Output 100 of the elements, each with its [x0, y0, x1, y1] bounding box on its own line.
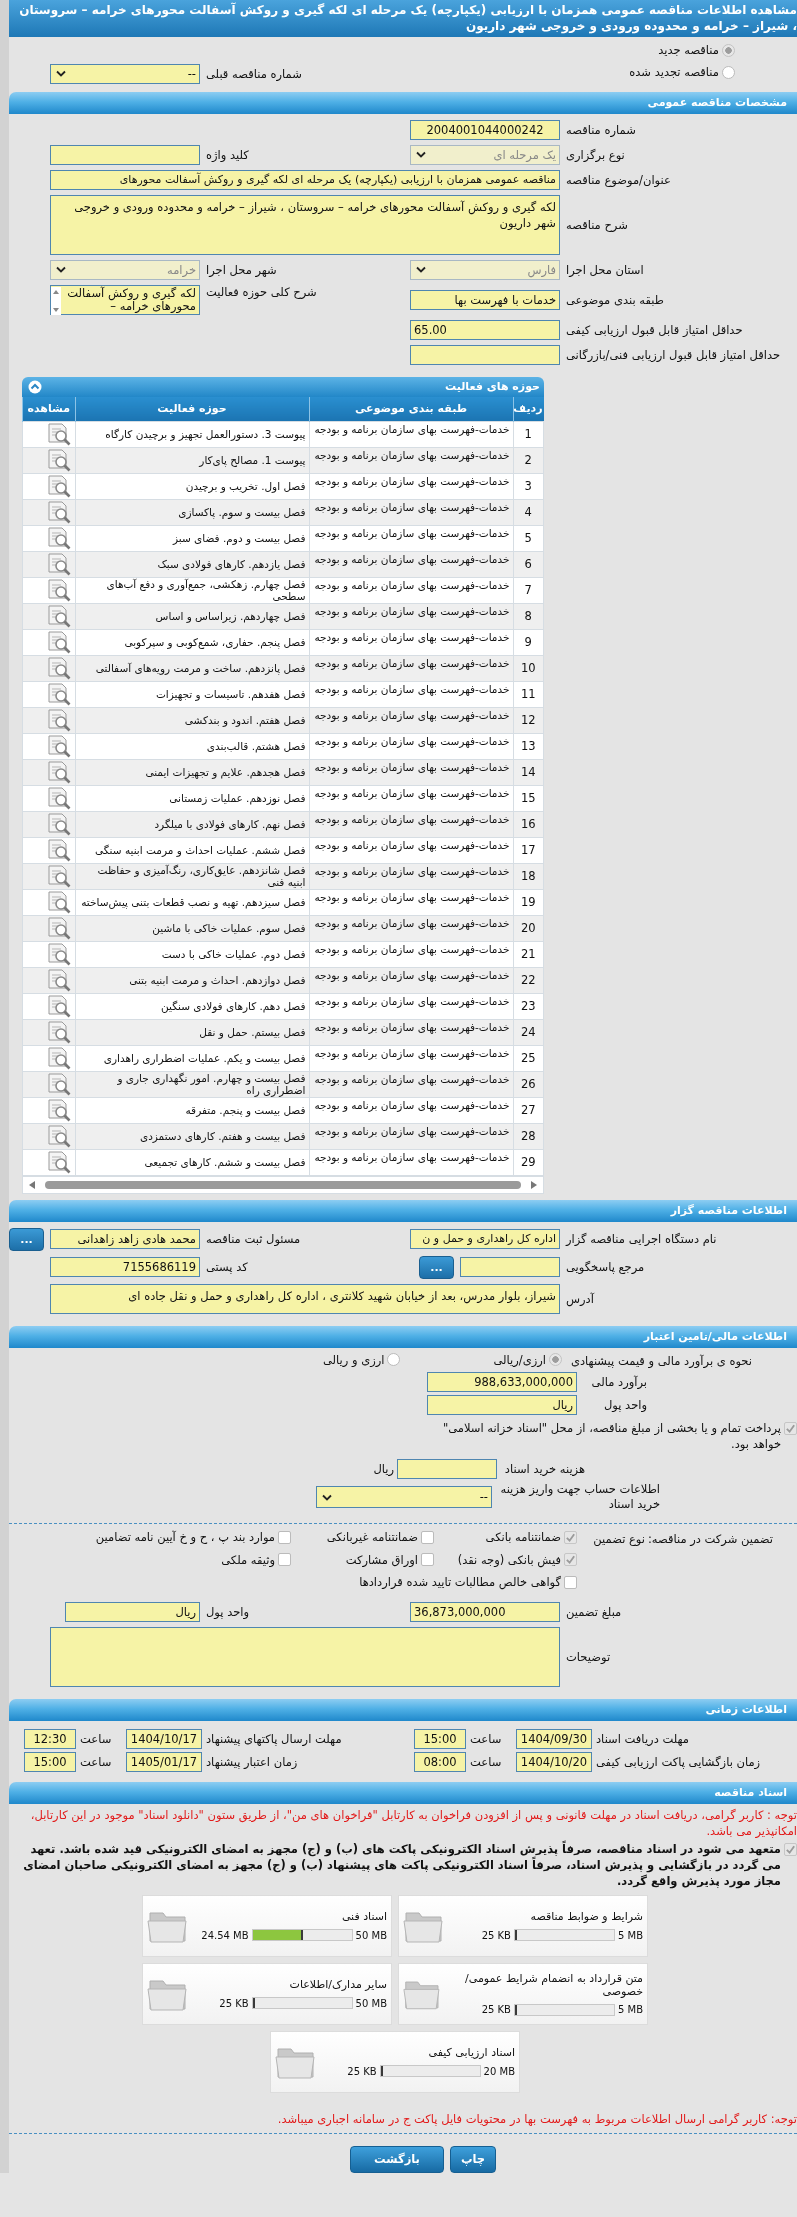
table-cell: 17 — [513, 837, 544, 863]
document-search-icon[interactable] — [45, 942, 72, 966]
table-cell: خدمات-فهرست بهای سازمان برنامه و بودجه — [309, 551, 513, 577]
time-field[interactable]: 12:30 — [24, 1728, 76, 1749]
subject-field[interactable]: مناقصه عمومی همزمان با ارزیابی (یکپارچه) یک مرحله ای لکه گیری و روکش آسفالت محورهای — [50, 169, 560, 190]
activity-scope-listbox[interactable]: لکه گیری و روکش آسفالت محورهای خرامه – — [50, 284, 200, 315]
currency-field[interactable]: ریال — [65, 1601, 200, 1622]
postal-code-field[interactable]: 7155686119 — [50, 1257, 200, 1277]
document-search-icon[interactable] — [45, 916, 72, 940]
checkbox[interactable] — [421, 1530, 434, 1544]
action-button[interactable]: بازگشت — [350, 2145, 444, 2173]
document-search-icon[interactable] — [45, 786, 72, 810]
collapse-icon[interactable] — [28, 379, 42, 394]
time-field[interactable]: 15:00 — [24, 1751, 76, 1772]
document-search-icon[interactable] — [45, 552, 72, 576]
browse-button[interactable]: ... — [9, 1227, 44, 1251]
min-quality-score-field[interactable]: 65.00 — [410, 319, 560, 340]
document-search-icon[interactable] — [45, 630, 72, 654]
radio-button[interactable] — [722, 65, 735, 79]
time-field[interactable]: 15:00 — [414, 1728, 466, 1749]
table-cell: فصل بیست و یکم. عملیات اضطراری راهداری — [75, 1045, 309, 1071]
estimate-field[interactable]: 988,633,000,000 — [427, 1372, 577, 1392]
currency-field[interactable]: ریال — [427, 1395, 577, 1415]
field-label: تضمین شرکت در مناقصه: — [646, 1531, 773, 1546]
checkbox[interactable] — [564, 1575, 577, 1589]
document-search-icon[interactable] — [45, 760, 72, 784]
field-label: حداقل امتیاز قابل قبول ارزیابی فنی/بازرگانی — [566, 347, 781, 362]
radio-button[interactable] — [549, 1353, 562, 1366]
reference-field[interactable] — [460, 1257, 560, 1277]
date-field[interactable]: 1404/09/30 — [516, 1728, 592, 1749]
action-button[interactable]: چاپ — [450, 2145, 496, 2173]
dropdown[interactable]: -- — [316, 1486, 492, 1508]
document-search-icon[interactable] — [45, 1020, 72, 1044]
table-cell: خدمات-فهرست بهای سازمان برنامه و بودجه — [309, 1149, 513, 1175]
used-size: 25 KB — [481, 2004, 511, 2015]
tender-number-field[interactable]: 2004001044000242 — [410, 119, 560, 140]
document-search-icon[interactable] — [45, 1124, 72, 1148]
size-limit: 50 MB — [355, 1929, 387, 1941]
field-label: کلید واژه — [206, 147, 249, 162]
checkbox[interactable] — [421, 1553, 434, 1566]
document-search-icon[interactable] — [45, 578, 72, 602]
document-search-icon[interactable] — [45, 1098, 72, 1122]
document-search-icon[interactable] — [45, 968, 72, 992]
category-field[interactable]: خدمات با فهرست بها — [410, 289, 560, 310]
checkbox-label: فیش بانکی (وجه نقد) — [457, 1552, 561, 1567]
guarantee-amount-field[interactable]: 36,873,000,000 — [410, 1601, 560, 1622]
time-field[interactable]: 08:00 — [414, 1751, 466, 1772]
notes-field[interactable] — [50, 1626, 560, 1687]
document-search-icon[interactable] — [45, 500, 72, 524]
document-search-icon[interactable] — [45, 838, 72, 862]
checkbox[interactable] — [564, 1530, 577, 1544]
document-search-icon[interactable] — [45, 656, 72, 680]
document-search-icon[interactable] — [45, 448, 72, 472]
checkbox[interactable] — [278, 1530, 291, 1544]
file-name: شرایط و ضوابط مناقصه — [529, 1910, 643, 1923]
document-search-icon[interactable] — [45, 708, 72, 732]
chevron-down-icon — [416, 151, 426, 158]
document-search-icon[interactable] — [45, 1072, 72, 1096]
scroll-left-icon[interactable] — [29, 1180, 35, 1189]
date-field[interactable]: 1404/10/17 — [126, 1728, 202, 1749]
radio-button[interactable] — [722, 43, 735, 57]
dropdown[interactable]: -- — [50, 63, 200, 84]
document-search-icon[interactable] — [45, 682, 72, 706]
field-label: نوع تضمین — [592, 1531, 645, 1546]
document-search-icon[interactable] — [45, 1150, 72, 1174]
document-search-icon[interactable] — [45, 526, 72, 550]
table-cell: خدمات-فهرست بهای سازمان برنامه و بودجه — [309, 941, 513, 967]
document-search-icon[interactable] — [45, 890, 72, 914]
executor-field[interactable]: اداره کل راهداری و حمل و ن — [410, 1229, 560, 1249]
keyword-field[interactable] — [50, 144, 200, 165]
checkbox[interactable] — [784, 1422, 797, 1435]
registrar-field[interactable]: محمد هادی زاهد زاهدانی — [50, 1229, 200, 1249]
document-search-icon[interactable] — [45, 812, 72, 836]
document-fee-field[interactable] — [397, 1459, 497, 1479]
document-search-icon[interactable] — [45, 474, 72, 498]
document-search-icon[interactable] — [45, 994, 72, 1018]
table-cell: 16 — [513, 811, 544, 837]
field-label: اطلاعات حساب جهت واریز هزینه خرید اسناد — [499, 1482, 660, 1512]
checkbox[interactable] — [278, 1553, 291, 1566]
used-size: 24.54 MB — [201, 1929, 249, 1941]
document-search-icon[interactable] — [45, 604, 72, 628]
table-cell: 8 — [513, 603, 544, 629]
table-cell: فصل ششم. عملیات احداث و مرمت ابنیه سنگی — [75, 837, 309, 863]
date-field[interactable]: 1405/01/17 — [126, 1751, 202, 1772]
description-field[interactable]: لکه گیری و روکش آسفالت محورهای خرامه – سروستان ، شیراز – خرامه و محدوده ورودی و خروجی شهر داریون — [50, 194, 560, 255]
checkbox[interactable] — [784, 1842, 797, 1856]
browse-button[interactable]: ... — [419, 1255, 454, 1279]
scroll-right-icon[interactable] — [531, 1180, 537, 1189]
document-search-icon[interactable] — [45, 422, 72, 446]
file-name: اسناد فنی — [340, 1910, 387, 1923]
radio-button[interactable] — [387, 1353, 401, 1366]
checkbox[interactable] — [564, 1553, 577, 1566]
table-cell: خدمات-فهرست بهای سازمان برنامه و بودجه — [309, 993, 513, 1019]
document-search-icon[interactable] — [45, 1046, 72, 1070]
date-field[interactable]: 1404/10/20 — [516, 1751, 592, 1772]
table-cell: 1 — [513, 421, 544, 447]
document-search-icon[interactable] — [45, 864, 72, 888]
address-field[interactable]: شیراز، بلوار مدرس، بعد از خیابان شهید کلانتری ، اداره کل راهداری و حمل و نقل جاده ای — [50, 1283, 560, 1314]
document-search-icon[interactable] — [45, 734, 72, 758]
min-technical-score-field[interactable] — [410, 344, 560, 365]
